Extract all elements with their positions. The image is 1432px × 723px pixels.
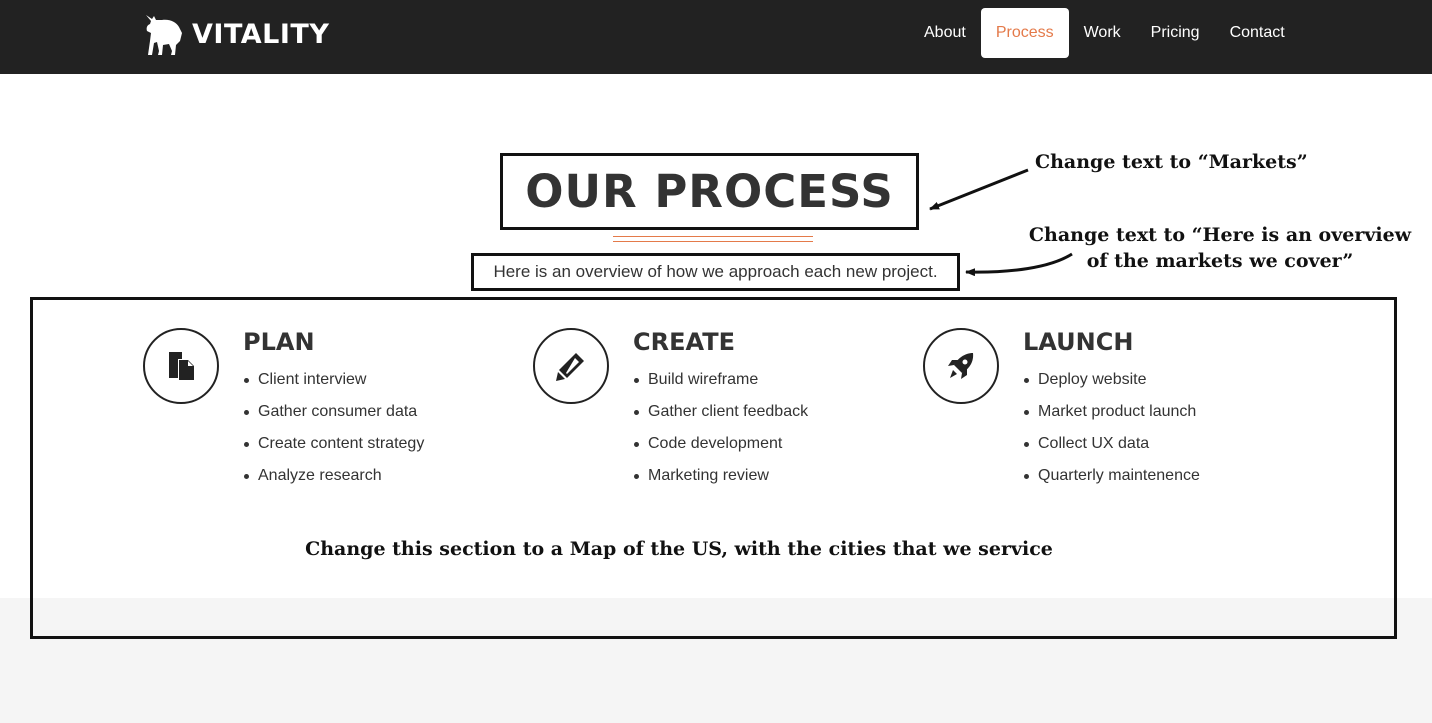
column-list: Build wireframe Gather client feedback C… (633, 370, 808, 498)
process-column-plan: PLAN Client interview Gather consumer da… (143, 328, 503, 498)
list-item: Gather consumer data (243, 402, 424, 434)
annotation-section-note: Change this section to a Map of the US, … (305, 538, 1053, 560)
title-divider (613, 236, 813, 242)
list-item: Client interview (243, 370, 424, 402)
column-title: CREATE (633, 328, 735, 356)
nav-link-pricing[interactable]: Pricing (1136, 8, 1215, 58)
process-column-launch: LAUNCH Deploy website Market product lau… (923, 328, 1283, 498)
rocket-icon (923, 328, 999, 404)
subtitle-highlight-box: Here is an overview of how we approach e… (471, 253, 960, 291)
list-item: Deploy website (1023, 370, 1200, 402)
page: VITALITY About Process Work Pricing Cont… (0, 0, 1432, 723)
column-title: LAUNCH (1023, 328, 1134, 356)
page-subtitle: Here is an overview of how we approach e… (493, 262, 938, 281)
column-list: Client interview Gather consumer data Cr… (243, 370, 424, 498)
brand-name: VITALITY (192, 18, 330, 50)
bull-logo-icon (146, 15, 182, 55)
column-title: PLAN (243, 328, 315, 356)
list-item: Gather client feedback (633, 402, 808, 434)
nav-link-about[interactable]: About (909, 8, 981, 58)
list-item: Marketing review (633, 466, 808, 498)
pencil-icon (533, 328, 609, 404)
annotation-arrow-title (929, 168, 1029, 211)
document-icon (143, 328, 219, 404)
annotation-subtitle-note: Change text to “Here is an overview of t… (1028, 224, 1412, 272)
nav-links: About Process Work Pricing Contact (909, 8, 1300, 58)
list-item: Code development (633, 434, 808, 466)
nav-link-process[interactable]: Process (980, 8, 1069, 58)
nav-link-contact[interactable]: Contact (1215, 8, 1300, 58)
annotation-title-note: Change text to “Markets” (1035, 151, 1308, 173)
page-title: OUR PROCESS (525, 165, 894, 218)
list-item: Build wireframe (633, 370, 808, 402)
column-list: Deploy website Market product launch Col… (1023, 370, 1200, 498)
process-column-create: CREATE Build wireframe Gather client fee… (533, 328, 893, 498)
list-item: Collect UX data (1023, 434, 1200, 466)
list-item: Quarterly maintenence (1023, 466, 1200, 498)
title-highlight-box: OUR PROCESS (500, 153, 919, 230)
list-item: Analyze research (243, 466, 424, 498)
list-item: Create content strategy (243, 434, 424, 466)
navbar: VITALITY About Process Work Pricing Cont… (0, 0, 1432, 74)
nav-link-work[interactable]: Work (1069, 8, 1136, 58)
list-item: Market product launch (1023, 402, 1200, 434)
brand[interactable]: VITALITY (142, 10, 329, 58)
